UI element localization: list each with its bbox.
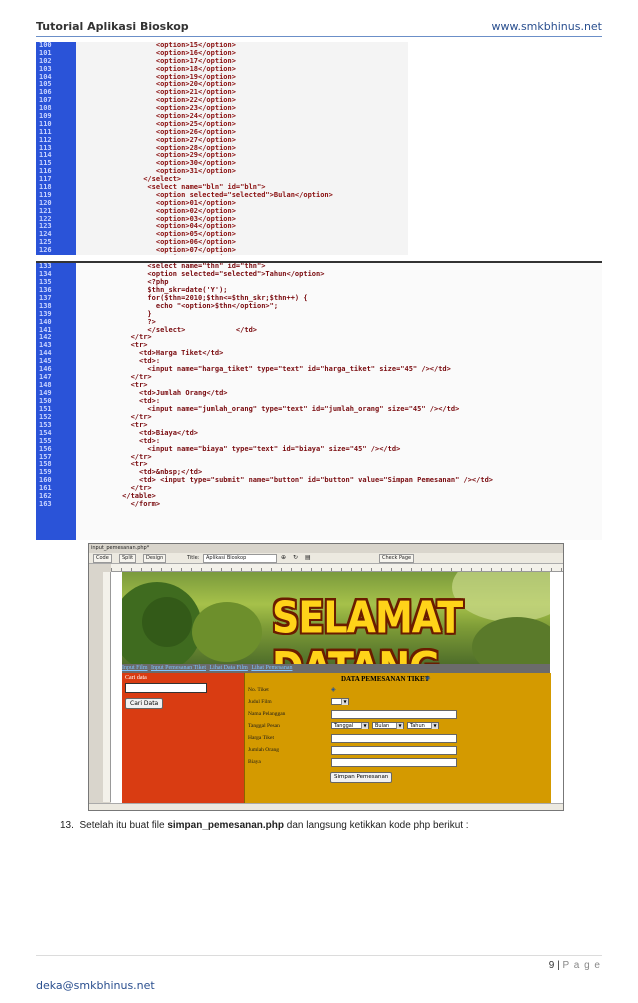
customer-name-input[interactable] [331, 710, 457, 719]
view-options-icon[interactable]: ▤ [305, 554, 311, 561]
year-select[interactable]: Tahun ▼ [407, 722, 439, 729]
month-select[interactable]: Bulan ▼ [372, 722, 404, 729]
design-view-button[interactable]: Design [143, 554, 167, 563]
footer-divider [36, 955, 602, 956]
nav-link[interactable]: Lihat Data Film [210, 665, 248, 671]
line-number: 163 [39, 500, 52, 509]
form-row: Harga Tiket [248, 733, 548, 743]
code-lines: 100 <option>15</option> 101 <option>16</o… [36, 42, 408, 255]
file-name: simpan_pemesanan.php [167, 820, 285, 831]
form-row: Nama Pelanggan [248, 709, 548, 719]
form-label: Judul Film [248, 699, 272, 705]
code-text: </form> [80, 500, 161, 509]
code-view-button[interactable]: Code [93, 554, 112, 563]
form-label: Jumlah Orang [248, 747, 280, 753]
day-select-value: Tanggal [334, 723, 354, 729]
order-form: DATA PEMESANAN TIKET ◈ No. Tiket ◈ Judul… [244, 673, 551, 810]
search-sidebar: Cari data Cari Data [122, 673, 244, 810]
vertical-ruler [103, 572, 111, 802]
php-icon: ◈ [425, 675, 431, 682]
search-label: Cari data [125, 675, 147, 681]
page-number: 9 | P a g e [548, 960, 601, 971]
code-screenshot-2: 133 <select name="thn" id="thn"> 134 <opt… [36, 261, 602, 540]
code-lines: 133 <select name="thn" id="thn"> 134 <opt… [36, 263, 602, 509]
form-row: Biaya [248, 757, 548, 767]
refresh-icon[interactable]: ↻ [293, 554, 298, 561]
website-link[interactable]: www.smkbhinus.net [491, 20, 602, 33]
welcome-banner: SELAMAT DATANG [122, 572, 550, 664]
php-icon: ◈ [331, 687, 336, 693]
horizontal-ruler [111, 564, 563, 572]
code-line: 163 </form> [36, 500, 602, 509]
chevron-down-icon: ▼ [431, 723, 438, 729]
page-label: P a g e [562, 960, 601, 971]
cost-input[interactable] [331, 758, 457, 767]
document-tab[interactable]: input_pemesanan.php* [91, 545, 149, 551]
header-divider [36, 36, 602, 37]
turtle-shell [142, 597, 192, 647]
nav-link[interactable]: Lihat Pemesanan [251, 665, 292, 671]
document-title: Tutorial Aplikasi Bioskop [36, 20, 189, 33]
title-label: Title: [187, 555, 200, 561]
nav-link[interactable]: Input Film [122, 665, 148, 671]
people-count-input[interactable] [331, 746, 457, 755]
form-row: Judul Film ▼ [248, 697, 548, 707]
film-select[interactable]: ▼ [331, 698, 349, 705]
month-select-value: Bulan [375, 723, 390, 729]
form-label: Biaya [248, 759, 261, 765]
page-number-value: 9 [548, 960, 555, 971]
form-title: DATA PEMESANAN TIKET [341, 675, 430, 683]
editor-design-view-screenshot: input_pemesanan.php* Code Split Design T… [88, 543, 564, 811]
footer-email[interactable]: deka@smkbhinus.net [36, 979, 155, 992]
search-button[interactable]: Cari Data [125, 698, 164, 709]
ticket-price-input[interactable] [331, 734, 457, 743]
split-view-button[interactable]: Split [119, 554, 137, 563]
chevron-down-icon: ▼ [341, 699, 348, 705]
chevron-down-icon: ▼ [396, 723, 403, 729]
step-number: 13. [60, 820, 74, 831]
year-select-value: Tahun [410, 723, 425, 729]
banner-title: SELAMAT DATANG [272, 592, 463, 664]
day-select[interactable]: Tanggal ▼ [331, 722, 369, 729]
cartoon-figure [192, 602, 262, 662]
check-page-button[interactable]: Check Page [379, 554, 415, 563]
step-text-before: Setelah itu buat file [79, 820, 168, 831]
design-canvas: SELAMAT DATANG Input Film Input Pemesana… [111, 572, 563, 810]
page-header: Tutorial Aplikasi Bioskop www.smkbhinus.… [36, 14, 602, 37]
form-label: No. Tiket [248, 687, 269, 693]
form-label: Harga Tiket [248, 735, 275, 741]
globe-icon[interactable]: ⊕ [281, 554, 286, 561]
editor-toolbar: Code Split Design Title: Aplikasi Biosko… [89, 553, 563, 564]
form-label: Tanggal Pesan [248, 723, 280, 729]
instruction-step: 13. Setelah itu buat file simpan_pemesan… [60, 820, 469, 831]
form-label: Nama Pelanggan [248, 711, 286, 717]
form-row: Jumlah Orang [248, 745, 548, 755]
step-text-after: dan langsung ketikkan kode php berikut : [284, 820, 469, 831]
editor-status-bar [89, 803, 563, 810]
code-screenshot-1: 100 <option>15</option> 101 <option>16</o… [36, 42, 408, 255]
nav-link[interactable]: Input Pemesanan Tiket [151, 665, 206, 671]
nav-menu: Input Film Input Pemesanan Tiket Lihat D… [122, 664, 550, 673]
title-input[interactable]: Aplikasi Bioskop [203, 554, 277, 563]
chevron-down-icon: ▼ [361, 723, 368, 729]
form-row: Tanggal Pesan Tanggal ▼ Bulan ▼ Tahun ▼ [248, 721, 548, 731]
search-input[interactable] [125, 683, 207, 693]
save-order-button[interactable]: Simpan Pemesanan [330, 772, 393, 783]
form-row: No. Tiket ◈ [248, 685, 548, 695]
